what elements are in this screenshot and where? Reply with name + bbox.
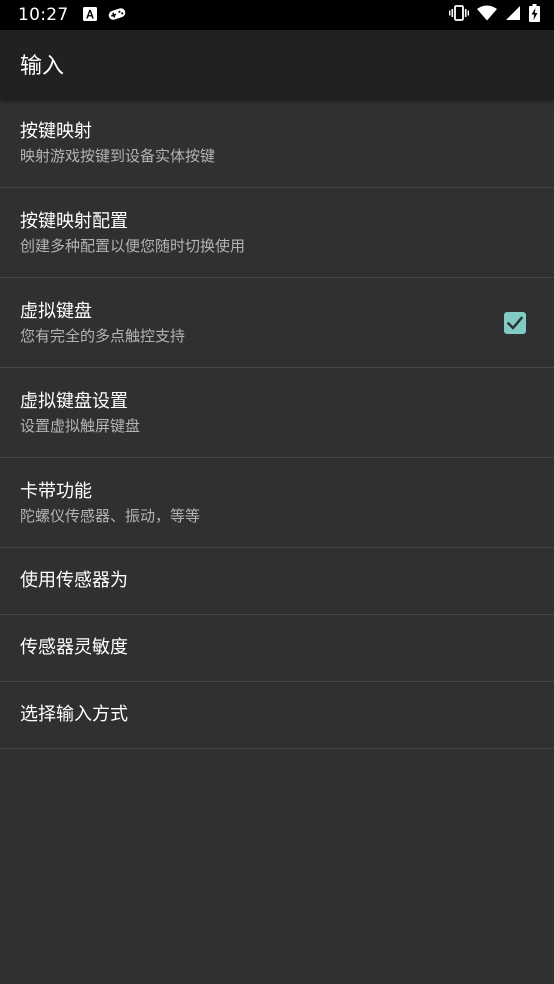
page-title: 输入	[20, 54, 65, 79]
preference-list: 按键映射 映射游戏按键到设备实体按键 按键映射配置 创建多种配置以便您随时切换使…	[0, 98, 554, 749]
pref-sensor-sensitivity[interactable]: 传感器灵敏度	[0, 615, 554, 682]
pref-title: 传感器灵敏度	[20, 637, 128, 658]
pref-summary: 设置虚拟触屏键盘	[20, 416, 141, 435]
pref-title: 卡带功能	[20, 480, 92, 502]
game-controller-icon	[107, 6, 127, 25]
status-left-icons	[82, 6, 127, 25]
check-icon	[507, 315, 523, 330]
pref-title: 按键映射配置	[20, 210, 128, 232]
virtual-keyboard-checkbox[interactable]	[504, 311, 526, 334]
battery-charging-icon	[529, 4, 540, 26]
pref-cartridge-features[interactable]: 卡带功能 陀螺仪传感器、振动，等等	[0, 458, 554, 548]
pref-title: 按键映射	[20, 120, 92, 142]
pref-title: 使用传感器为	[20, 570, 128, 591]
pref-summary: 您有完全的多点触控支持	[20, 326, 186, 345]
app-bar: 输入	[0, 30, 554, 98]
pref-summary: 映射游戏按键到设备实体按键	[20, 146, 216, 165]
status-time: 10:27	[18, 5, 69, 25]
pref-use-sensor-as[interactable]: 使用传感器为	[0, 548, 554, 615]
status-bar: 10:27	[0, 0, 554, 30]
pref-key-mapping[interactable]: 按键映射 映射游戏按键到设备实体按键	[0, 98, 554, 188]
a-badge-icon	[82, 6, 97, 25]
pref-title: 虚拟键盘	[20, 300, 92, 322]
vibrate-icon	[449, 5, 469, 25]
signal-icon	[505, 5, 521, 25]
pref-title: 虚拟键盘设置	[20, 390, 128, 412]
status-right-icons	[449, 4, 540, 26]
pref-virtual-keyboard-settings[interactable]: 虚拟键盘设置 设置虚拟触屏键盘	[0, 368, 554, 458]
pref-summary: 创建多种配置以便您随时切换使用	[20, 236, 246, 255]
pref-summary: 陀螺仪传感器、振动，等等	[20, 506, 201, 525]
pref-title: 选择输入方式	[20, 704, 128, 725]
wifi-icon	[477, 5, 497, 25]
pref-virtual-keyboard[interactable]: 虚拟键盘 您有完全的多点触控支持	[0, 278, 554, 368]
pref-key-mapping-profiles[interactable]: 按键映射配置 创建多种配置以便您随时切换使用	[0, 188, 554, 278]
pref-input-method[interactable]: 选择输入方式	[0, 682, 554, 749]
